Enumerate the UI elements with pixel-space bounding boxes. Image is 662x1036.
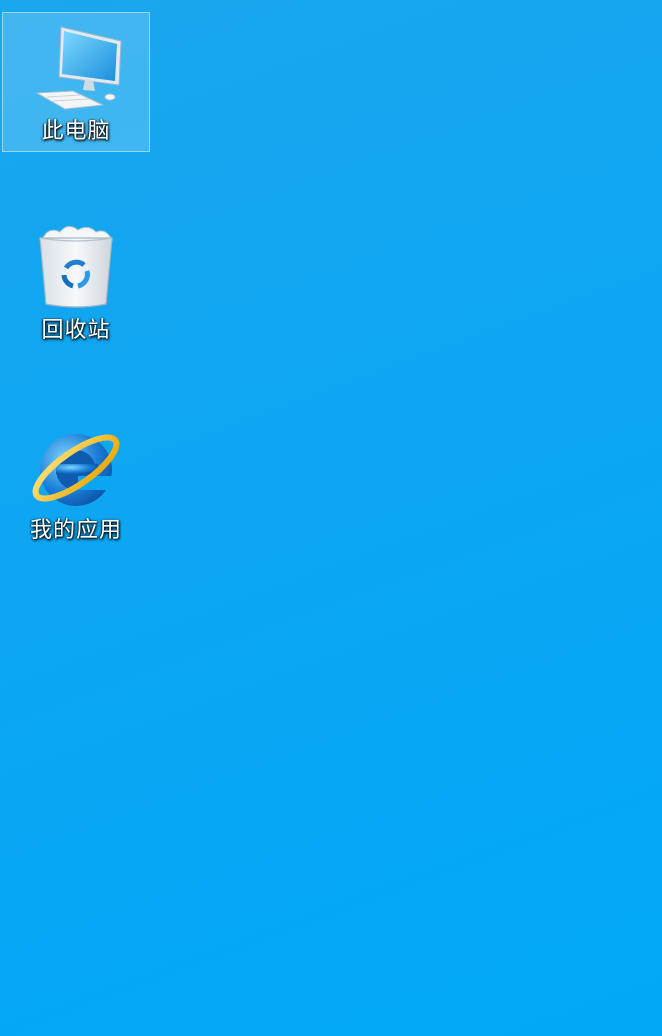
- desktop-background[interactable]: 此电脑 回收站 我的应用: [0, 0, 662, 1036]
- recycle-bin-icon: [39, 226, 113, 308]
- desktop-icon-recycle-bin[interactable]: 回收站: [2, 212, 150, 352]
- desktop-icon-this-pc[interactable]: 此电脑: [2, 12, 150, 152]
- desktop-icon-my-apps[interactable]: 我的应用: [2, 412, 150, 552]
- computer-icon: [35, 26, 122, 110]
- desktop-icon-label: 我的应用: [29, 518, 122, 543]
- desktop-icon-label: 回收站: [41, 318, 111, 343]
- desktop-icon-label: 此电脑: [41, 119, 111, 144]
- internet-explorer-icon: [32, 434, 120, 506]
